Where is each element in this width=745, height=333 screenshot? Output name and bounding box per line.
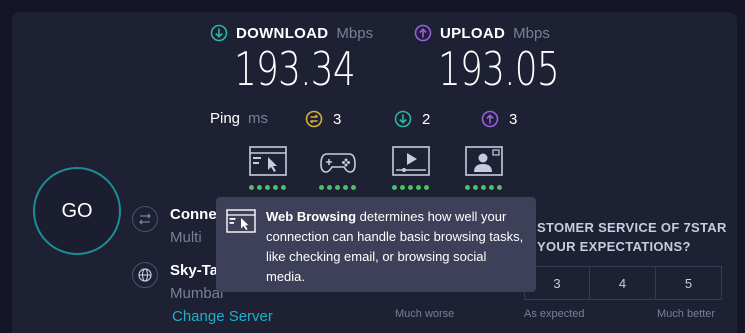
download-value: 193.34: [234, 42, 356, 96]
ping-idle: 3: [305, 110, 341, 128]
usecase-web-browsing[interactable]: [249, 146, 291, 190]
survey-option-5[interactable]: 5: [656, 266, 722, 300]
survey-question-line1: STOMER SERVICE OF 7STAR: [537, 220, 727, 235]
upload-arrow-icon: [414, 24, 432, 42]
upload-value: 193.05: [438, 42, 560, 96]
go-label: GO: [61, 199, 93, 222]
download-arrow-icon: [210, 24, 228, 42]
ping-label-group: Ping ms: [210, 110, 268, 127]
connections-title: Conne: [170, 206, 217, 223]
download-latency-icon: [394, 110, 412, 128]
web-browsing-tooltip: Web Browsing determines how well your co…: [216, 197, 536, 292]
web-browsing-icon: [226, 209, 256, 233]
survey-label-better: Much better: [657, 308, 716, 320]
server-info: Sky-Ta Mumbai: [132, 262, 223, 302]
video-chat-icon: [465, 146, 503, 176]
download-unit: Mbps: [336, 24, 374, 42]
idle-latency-icon: [305, 110, 323, 128]
ping-upload: 3: [481, 110, 517, 128]
connections-icon: [132, 206, 158, 232]
survey-label-worse: Much worse: [395, 308, 455, 320]
ping-upload-value: 3: [509, 110, 518, 128]
video-chat-rating: [465, 185, 507, 190]
ping-label: Ping: [210, 110, 241, 127]
survey-question-line2: YOUR EXPECTATIONS?: [537, 239, 691, 254]
survey-label-expected: As expected: [524, 308, 585, 320]
ping-download-value: 2: [422, 110, 431, 128]
ping-unit: ms: [248, 110, 269, 127]
video-icon: [392, 146, 430, 176]
ping-download: 2: [394, 110, 430, 128]
usecase-gaming[interactable]: [319, 146, 361, 190]
web-browsing-rating: [249, 185, 291, 190]
upload-unit: Mbps: [513, 24, 550, 42]
usecase-video-streaming[interactable]: [392, 146, 434, 190]
gamepad-icon: [320, 153, 356, 173]
upload-latency-icon: [481, 110, 499, 128]
go-button[interactable]: GO: [33, 167, 121, 255]
survey-question: STOMER SERVICE OF 7STAR YOUR EXPECTATION…: [537, 218, 727, 256]
gaming-rating: [319, 185, 361, 190]
ping-idle-value: 3: [333, 110, 342, 128]
video-streaming-rating: [392, 185, 434, 190]
download-label: DOWNLOAD: [236, 24, 329, 42]
usecase-video-chat[interactable]: [465, 146, 507, 190]
tooltip-title: Web Browsing: [266, 209, 357, 224]
upload-label: UPLOAD: [440, 24, 506, 42]
connections-sub: Multi: [170, 229, 202, 246]
globe-icon: [132, 262, 158, 288]
change-server-link[interactable]: Change Server: [172, 308, 273, 325]
download-header: DOWNLOAD Mbps: [210, 24, 373, 42]
web-browsing-icon: [249, 146, 287, 176]
upload-header: UPLOAD Mbps: [414, 24, 550, 42]
survey-option-4[interactable]: 4: [590, 266, 656, 300]
connections-info[interactable]: Conne Multi: [132, 206, 217, 246]
